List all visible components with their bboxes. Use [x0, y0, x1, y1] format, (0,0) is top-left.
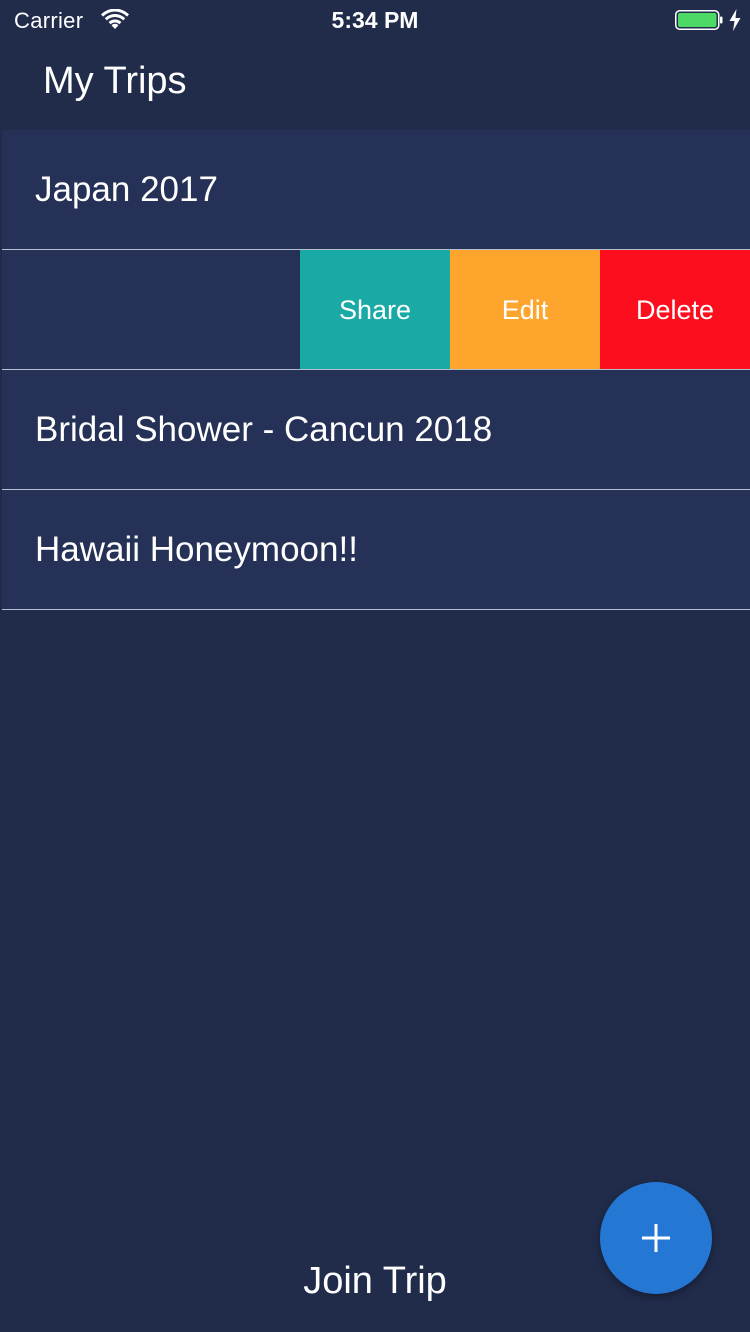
- trip-label: Japan 2017: [35, 170, 218, 209]
- charging-bolt-icon: [728, 9, 742, 31]
- trip-row-japan[interactable]: Japan 2017: [2, 130, 750, 250]
- trip-row-cancun[interactable]: Bridal Shower - Cancun 2018: [2, 370, 750, 490]
- share-button[interactable]: Share: [300, 250, 450, 369]
- edit-button[interactable]: Edit: [450, 250, 600, 369]
- app-screen: Carrier 5:34 PM My Trips Japan 2017 Shar…: [0, 0, 750, 1332]
- battery-icon: [675, 10, 723, 30]
- status-time: 5:34 PM: [331, 7, 419, 33]
- trip-list: Japan 2017 Share Edit Delete Bridal Show…: [2, 130, 750, 610]
- trip-row-swiped[interactable]: Share Edit Delete: [2, 250, 750, 370]
- delete-button[interactable]: Delete: [600, 250, 750, 369]
- add-trip-button[interactable]: [600, 1182, 712, 1294]
- trip-label: Hawaii Honeymoon!!: [35, 530, 358, 569]
- page-title: My Trips: [43, 60, 187, 102]
- swipe-actions: Share Edit Delete: [300, 250, 750, 369]
- trip-row-hawaii[interactable]: Hawaii Honeymoon!!: [2, 490, 750, 610]
- trip-label: Bridal Shower - Cancun 2018: [35, 410, 493, 449]
- plus-icon: [642, 1224, 670, 1252]
- status-bar: Carrier 5:34 PM: [0, 0, 750, 40]
- nav-header: My Trips: [0, 40, 750, 130]
